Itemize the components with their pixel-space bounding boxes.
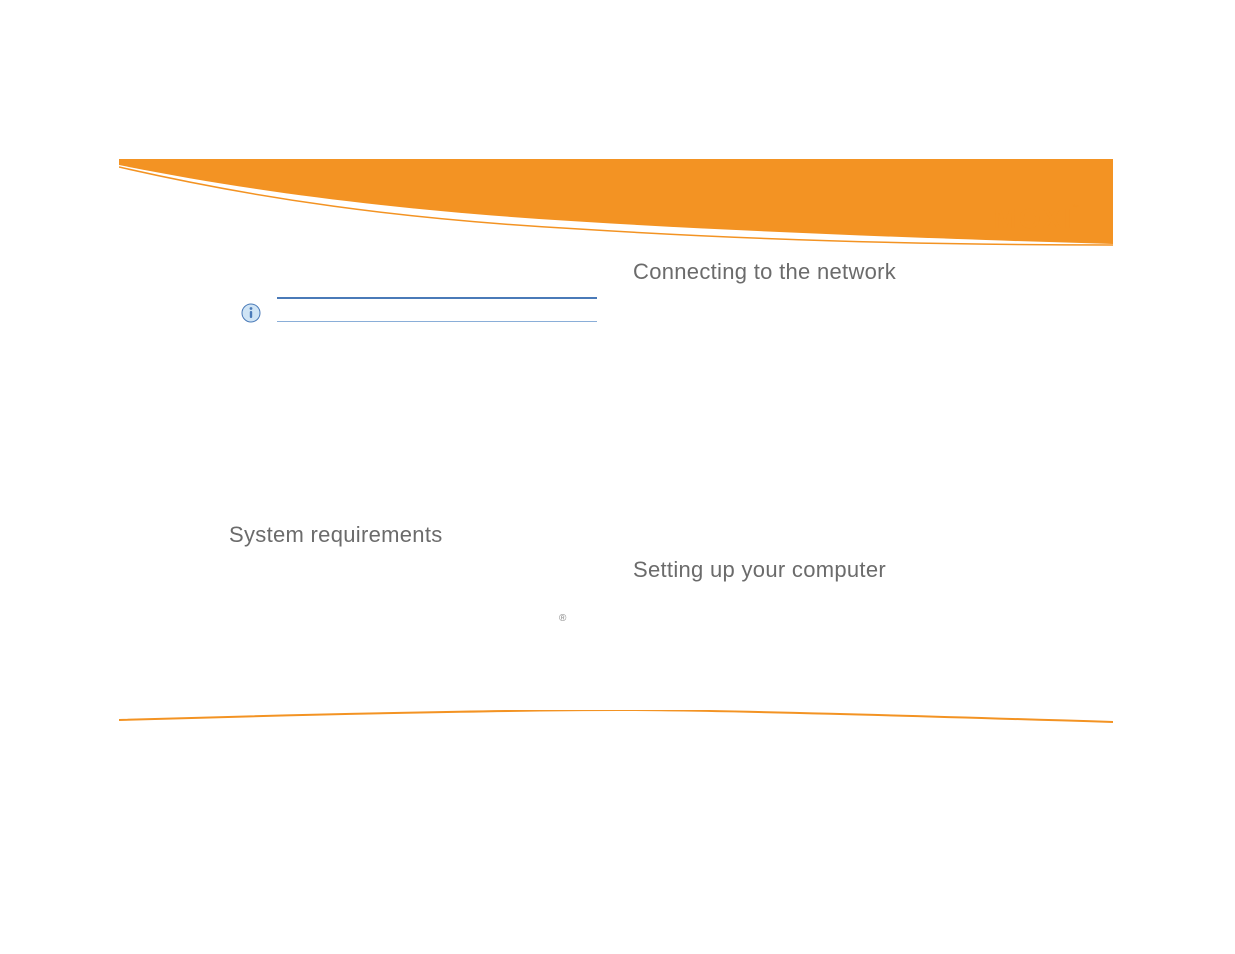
- brand-logo: MOXI™: [993, 203, 1079, 235]
- heading-system-requirements: System requirements: [229, 522, 609, 548]
- info-icon: [241, 303, 261, 323]
- right-column: Connecting to the network Setting up you…: [633, 249, 1073, 583]
- info-line-top: [277, 297, 597, 299]
- heading-connecting-network: Connecting to the network: [633, 259, 1073, 285]
- info-line-bottom: [277, 321, 597, 322]
- header-swoosh: MOXI™: [119, 159, 1113, 249]
- info-callout: [229, 297, 609, 322]
- heading-setting-up-computer: Setting up your computer: [633, 557, 1073, 583]
- registered-mark: ®: [559, 613, 566, 624]
- footer-swoosh: [119, 710, 1113, 726]
- left-column: System requirements ®: [229, 249, 609, 548]
- logo-text: MOXI: [993, 203, 1073, 234]
- trademark-symbol: ™: [1071, 203, 1079, 212]
- document-page: MOXI™ System requirements ®: [119, 159, 1113, 733]
- info-lines: [277, 297, 597, 322]
